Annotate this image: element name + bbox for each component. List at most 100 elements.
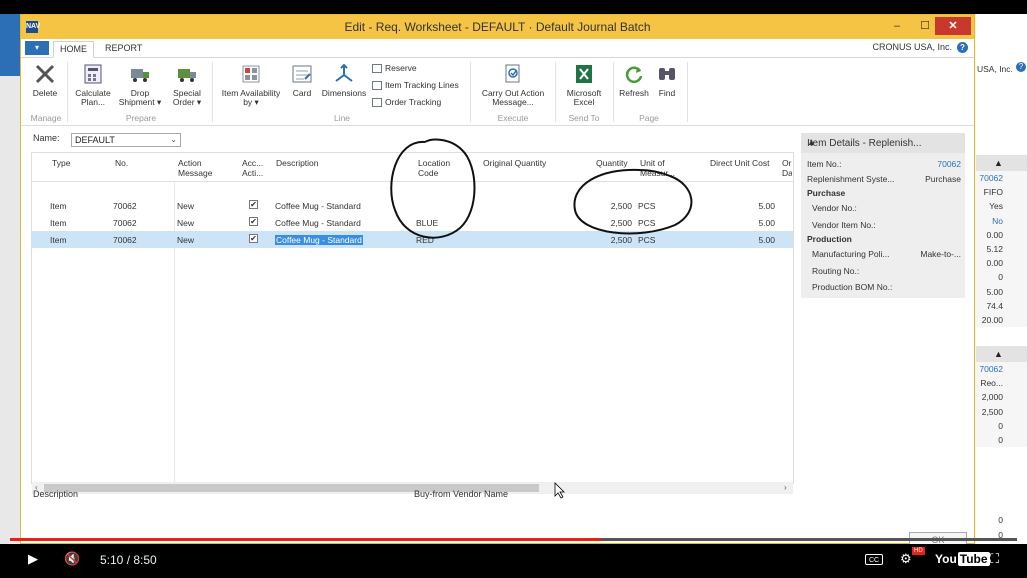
column-header-location-code[interactable]: Location Code: [418, 158, 458, 178]
factbox-section-label: Production: [807, 234, 852, 244]
column-header-type[interactable]: Type: [52, 158, 70, 168]
req-worksheet-window: NAV Edit - Req. Worksheet - DEFAULT · De…: [20, 14, 975, 548]
cell-type[interactable]: Item: [50, 235, 67, 245]
column-header-quantity[interactable]: Quantity: [596, 158, 628, 168]
help-icon[interactable]: ?: [957, 42, 968, 53]
cell-direct-unit-cost[interactable]: 5.00: [732, 218, 775, 228]
captions-button[interactable]: CC: [865, 554, 883, 565]
close-button[interactable]: ✕: [935, 17, 971, 35]
table-row-selected[interactable]: Item 70062 New ✔ Coffee Mug - Standard R…: [32, 231, 793, 248]
item-availability-label: Item Availability by ▾: [221, 88, 281, 107]
microsoft-excel-button[interactable]: Microsoft Excel: [559, 63, 609, 107]
cell-unit-of-measure[interactable]: PCS: [638, 201, 655, 211]
cell-no[interactable]: 70062: [113, 235, 137, 245]
batch-name-select[interactable]: DEFAULT ⌄: [71, 133, 181, 147]
special-order-button[interactable]: Special Order ▾: [165, 63, 209, 107]
reserve-label: Reserve: [385, 63, 417, 73]
bg-value[interactable]: 70062: [976, 362, 1027, 376]
cell-quantity[interactable]: 2,500: [592, 201, 632, 211]
cell-action-message[interactable]: New: [177, 235, 194, 245]
video-progress-bar[interactable]: [10, 538, 1017, 541]
table-row[interactable]: Item 70062 New ✔ Coffee Mug - Standard B…: [32, 214, 793, 231]
cell-action-message[interactable]: New: [177, 218, 194, 228]
cell-location-code[interactable]: RED: [416, 235, 434, 245]
background-help-icon[interactable]: ?: [1016, 62, 1026, 72]
bg-value: 0: [998, 420, 1003, 431]
calculate-plan-button[interactable]: Calculate Plan...: [71, 63, 115, 107]
title-bar[interactable]: NAV Edit - Req. Worksheet - DEFAULT · De…: [21, 15, 974, 39]
cell-location-code[interactable]: BLUE: [416, 218, 438, 228]
delete-button[interactable]: Delete: [29, 63, 61, 98]
tab-home[interactable]: HOME: [53, 41, 94, 58]
background-factbox-1-header[interactable]: ▲: [976, 155, 1027, 171]
bg-value[interactable]: No: [976, 214, 1027, 228]
factbox-header[interactable]: Item Details - Replenish... ▲: [801, 133, 965, 153]
find-button[interactable]: Find: [653, 63, 681, 98]
grid-header-row: Type No. Action Message Acc... Acti... D…: [32, 153, 793, 182]
cell-type[interactable]: Item: [50, 218, 67, 228]
caret-up-icon[interactable]: ▲: [994, 158, 1003, 168]
cell-type[interactable]: Item: [50, 201, 67, 211]
factbox-label: Item No.:: [807, 159, 842, 169]
card-label: Card: [292, 88, 312, 98]
hd-badge: HD: [912, 547, 925, 555]
scroll-right-icon[interactable]: ›: [784, 482, 787, 494]
cell-direct-unit-cost[interactable]: 5.00: [732, 201, 775, 211]
column-header-direct-unit-cost[interactable]: Direct Unit Cost: [710, 158, 770, 168]
cell-action-message[interactable]: New: [177, 201, 194, 211]
column-header-unit-of-measure[interactable]: Unit of Measur...: [640, 158, 686, 178]
card-button[interactable]: Card: [287, 63, 317, 98]
bg-value: 20.00: [981, 314, 1003, 325]
cell-no[interactable]: 70062: [113, 218, 137, 228]
cell-quantity[interactable]: 2,500: [592, 218, 632, 228]
refresh-button[interactable]: Refresh: [617, 63, 651, 98]
cell-unit-of-measure[interactable]: PCS: [638, 218, 655, 228]
play-icon[interactable]: ▶: [28, 551, 38, 567]
cell-no[interactable]: 70062: [113, 201, 137, 211]
table-row[interactable]: Item 70062 New ✔ Coffee Mug - Standard 2…: [32, 197, 793, 214]
tab-report[interactable]: REPORT: [99, 41, 148, 56]
fullscreen-icon[interactable]: ⛶: [990, 551, 999, 567]
column-header-action-message[interactable]: Action Message: [178, 158, 228, 178]
accept-action-checkbox[interactable]: ✔: [249, 217, 258, 226]
column-header-description[interactable]: Description: [276, 158, 319, 168]
youtube-logo[interactable]: You Tube: [935, 552, 990, 566]
column-header-order-date[interactable]: Or Da: [782, 158, 792, 178]
dimensions-button[interactable]: Dimensions: [319, 63, 369, 98]
mute-icon[interactable]: 🔇: [64, 551, 80, 567]
reserve-button[interactable]: Reserve: [372, 63, 417, 74]
column-header-no[interactable]: No.: [115, 158, 128, 168]
cell-quantity[interactable]: 2,500: [592, 235, 632, 245]
app-menu-button[interactable]: ▾: [25, 41, 49, 55]
cell-description[interactable]: Coffee Mug - Standard: [275, 201, 361, 211]
caret-up-icon[interactable]: ▲: [807, 137, 957, 147]
cell-description-editing[interactable]: Coffee Mug - Standard: [275, 235, 363, 245]
column-header-accept-action[interactable]: Acc... Acti...: [242, 158, 266, 178]
carry-out-action-message-button[interactable]: Carry Out Action Message...: [475, 63, 551, 107]
description-footer-label: Description: [33, 489, 79, 499]
cell-description[interactable]: Coffee Mug - Standard: [275, 218, 361, 228]
chevron-down-icon[interactable]: ⌄: [170, 134, 177, 146]
ribbon-tabs: ▾ HOME REPORT CRONUS USA, Inc. ?: [21, 39, 974, 58]
item-tracking-lines-button[interactable]: Item Tracking Lines: [372, 80, 459, 91]
background-company: USA, Inc.: [977, 64, 1013, 74]
cell-unit-of-measure[interactable]: PCS: [638, 235, 655, 245]
bg-value[interactable]: 70062: [976, 171, 1027, 185]
background-factbox-2-header[interactable]: ▲: [976, 346, 1027, 362]
accept-action-checkbox[interactable]: ✔: [249, 200, 258, 209]
bg-value: FIFO: [983, 187, 1003, 198]
column-header-original-quantity[interactable]: Original Quantity: [483, 158, 546, 168]
factbox-item-no-link[interactable]: 70062: [937, 159, 961, 169]
item-availability-button[interactable]: Item Availability by ▾: [217, 63, 285, 107]
horizontal-scrollbar[interactable]: ‹ ›: [32, 482, 793, 494]
selected-text[interactable]: Coffee Mug - Standard: [275, 235, 363, 245]
drop-shipment-button[interactable]: Drop Shipment ▾: [117, 63, 163, 107]
settings-gear-icon[interactable]: ⚙: [900, 551, 912, 567]
cell-direct-unit-cost[interactable]: 5.00: [732, 235, 775, 245]
minimize-button[interactable]: –: [883, 17, 911, 35]
calculate-plan-label: Calculate Plan...: [75, 88, 111, 107]
accept-action-checkbox[interactable]: ✔: [249, 234, 258, 243]
order-tracking-button[interactable]: Order Tracking: [372, 97, 441, 108]
bg-value: 0.00: [986, 258, 1003, 269]
caret-up-icon[interactable]: ▲: [994, 349, 1003, 359]
